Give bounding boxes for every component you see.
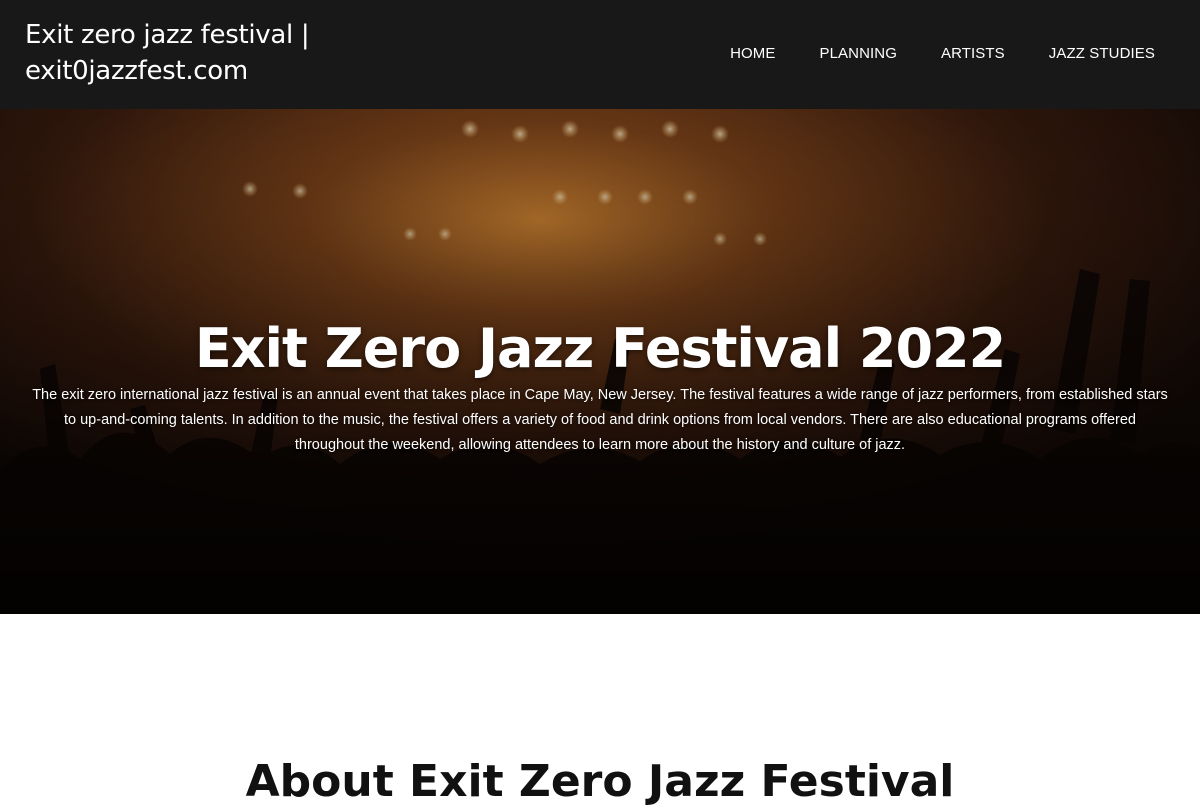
nav-item-artists[interactable]: ARTISTS [941,44,1005,64]
site-header: Exit zero jazz festival | exit0jazzfest.… [0,0,1200,109]
nav-item-home[interactable]: HOME [730,44,775,64]
main-nav: HOME PLANNING ARTISTS JAZZ STUDIES [686,44,1155,64]
site-title-link[interactable]: Exit zero jazz festival | exit0jazzfest.… [25,17,355,89]
about-section-title: About Exit Zero Jazz Festival [245,755,955,807]
nav-item-jazz-studies[interactable]: JAZZ STUDIES [1049,44,1155,64]
hero-description: The exit zero international jazz festiva… [32,386,1168,453]
hero-title: Exit Zero Jazz Festival 2022 [194,317,1006,381]
nav-item-planning[interactable]: PLANNING [820,44,898,64]
hero-section: Exit Zero Jazz Festival 2022 The exit ze… [0,109,1200,614]
